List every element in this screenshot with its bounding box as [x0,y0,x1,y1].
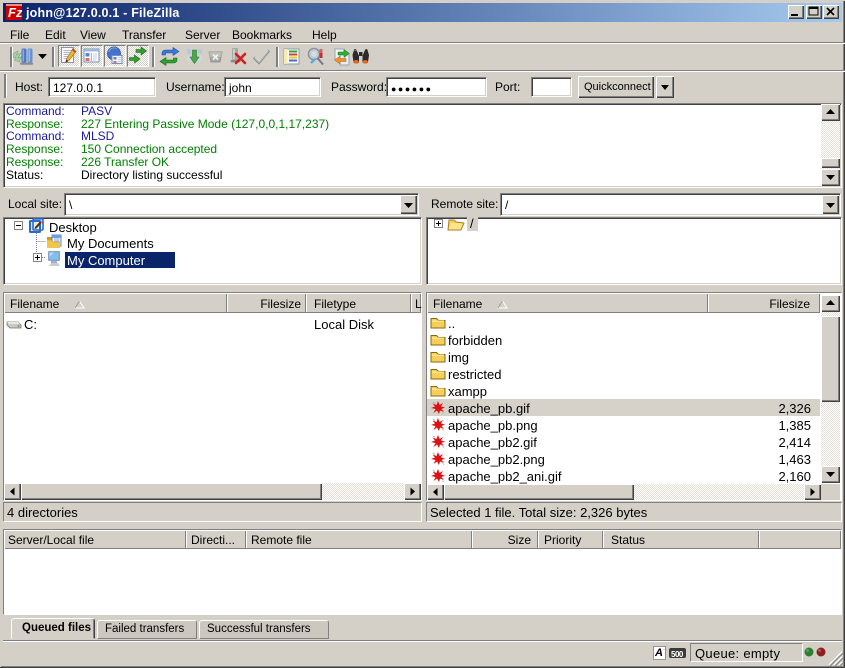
svg-text:Fz: Fz [8,5,22,20]
